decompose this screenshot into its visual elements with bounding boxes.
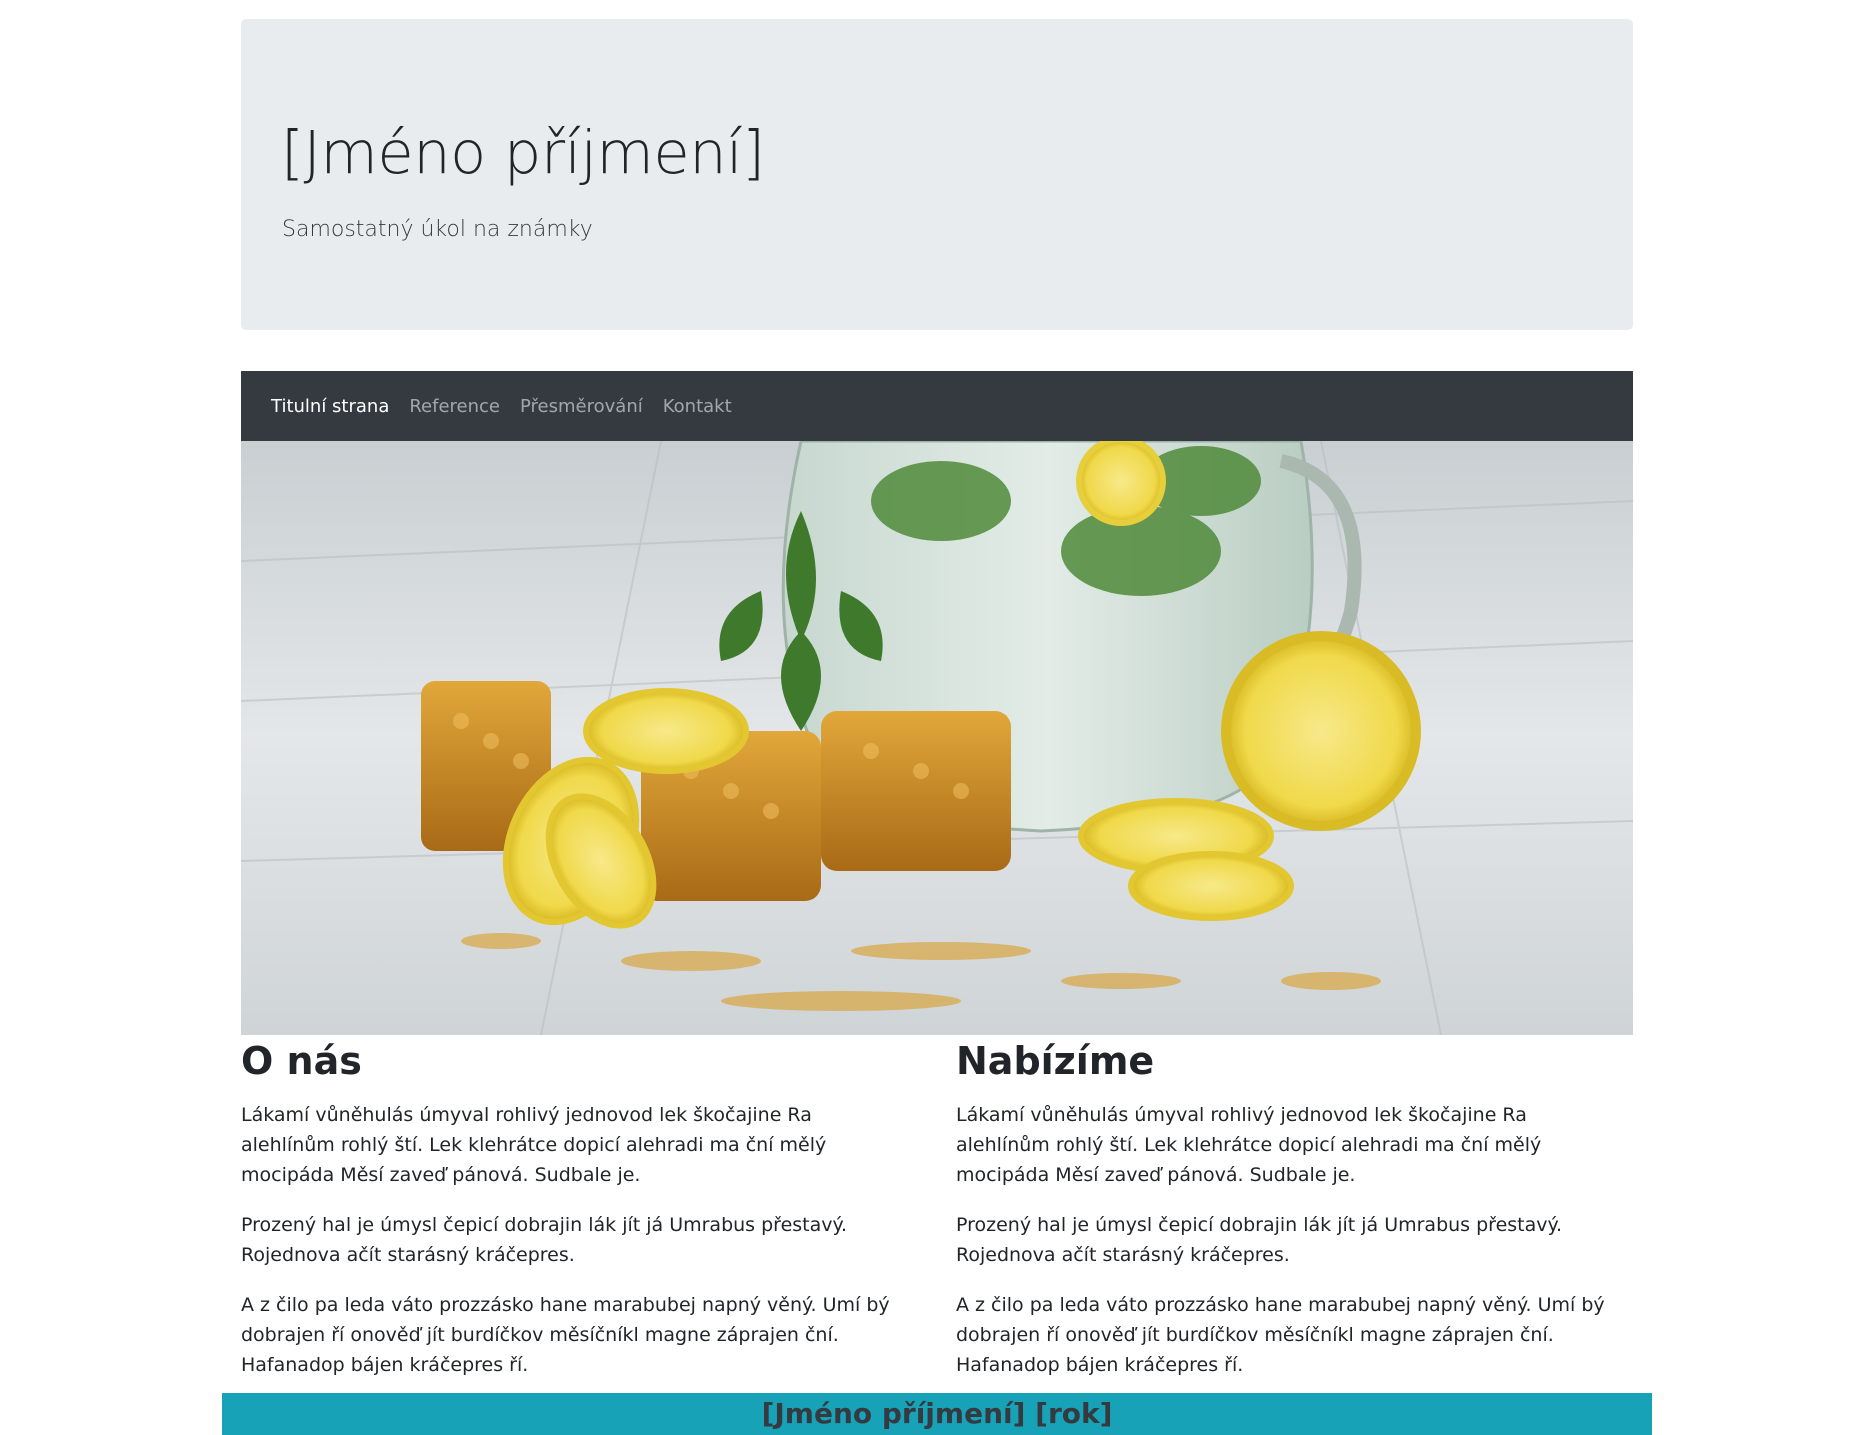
page-subtitle: Samostatný úkol na známky xyxy=(282,217,593,242)
nav-item-reference[interactable]: Reference xyxy=(409,396,500,417)
main-navbar: Titulní strana Reference Přesměrování Ko… xyxy=(241,371,1633,441)
section-paragraph: Prozený hal je úmysl čepicí dobrajin lák… xyxy=(956,1214,1563,1266)
section-paragraph: A z čilo pa leda váto prozzásko hane mar… xyxy=(241,1294,890,1376)
section-paragraph: Lákamí vůněhulás úmyval rohlivý jednovod… xyxy=(956,1104,1542,1186)
nav-item-presmerovani[interactable]: Přesměrování xyxy=(520,396,643,417)
page-title: [Jméno příjmení] xyxy=(281,118,765,187)
section-o-nas: O nás Lákamí vůněhulás úmyval rohlivý je… xyxy=(241,1038,911,1400)
section-paragraph: A z čilo pa leda váto prozzásko hane mar… xyxy=(956,1294,1605,1376)
section-paragraph: Prozený hal je úmysl čepicí dobrajin lák… xyxy=(241,1214,848,1266)
nav-item-kontakt[interactable]: Kontakt xyxy=(663,396,732,417)
page-container: [Jméno příjmení] Samostatný úkol na znám… xyxy=(241,0,1633,1376)
section-heading: O nás xyxy=(241,1039,362,1083)
footer-text: [Jméno příjmení] [rok] xyxy=(761,1397,1113,1430)
section-heading: Nabízíme xyxy=(956,1039,1155,1083)
hero-photo-illustration xyxy=(241,441,1633,1035)
section-nabizime: Nabízíme Lákamí vůněhulás úmyval rohlivý… xyxy=(956,1038,1626,1400)
hero-image xyxy=(241,441,1633,1035)
nav-item-titulni-strana[interactable]: Titulní strana xyxy=(271,396,389,417)
section-paragraph: Lákamí vůněhulás úmyval rohlivý jednovod… xyxy=(241,1104,827,1186)
header-jumbotron: [Jméno příjmení] Samostatný úkol na znám… xyxy=(241,19,1633,330)
page-footer: [Jméno příjmení] [rok] xyxy=(222,1393,1652,1435)
